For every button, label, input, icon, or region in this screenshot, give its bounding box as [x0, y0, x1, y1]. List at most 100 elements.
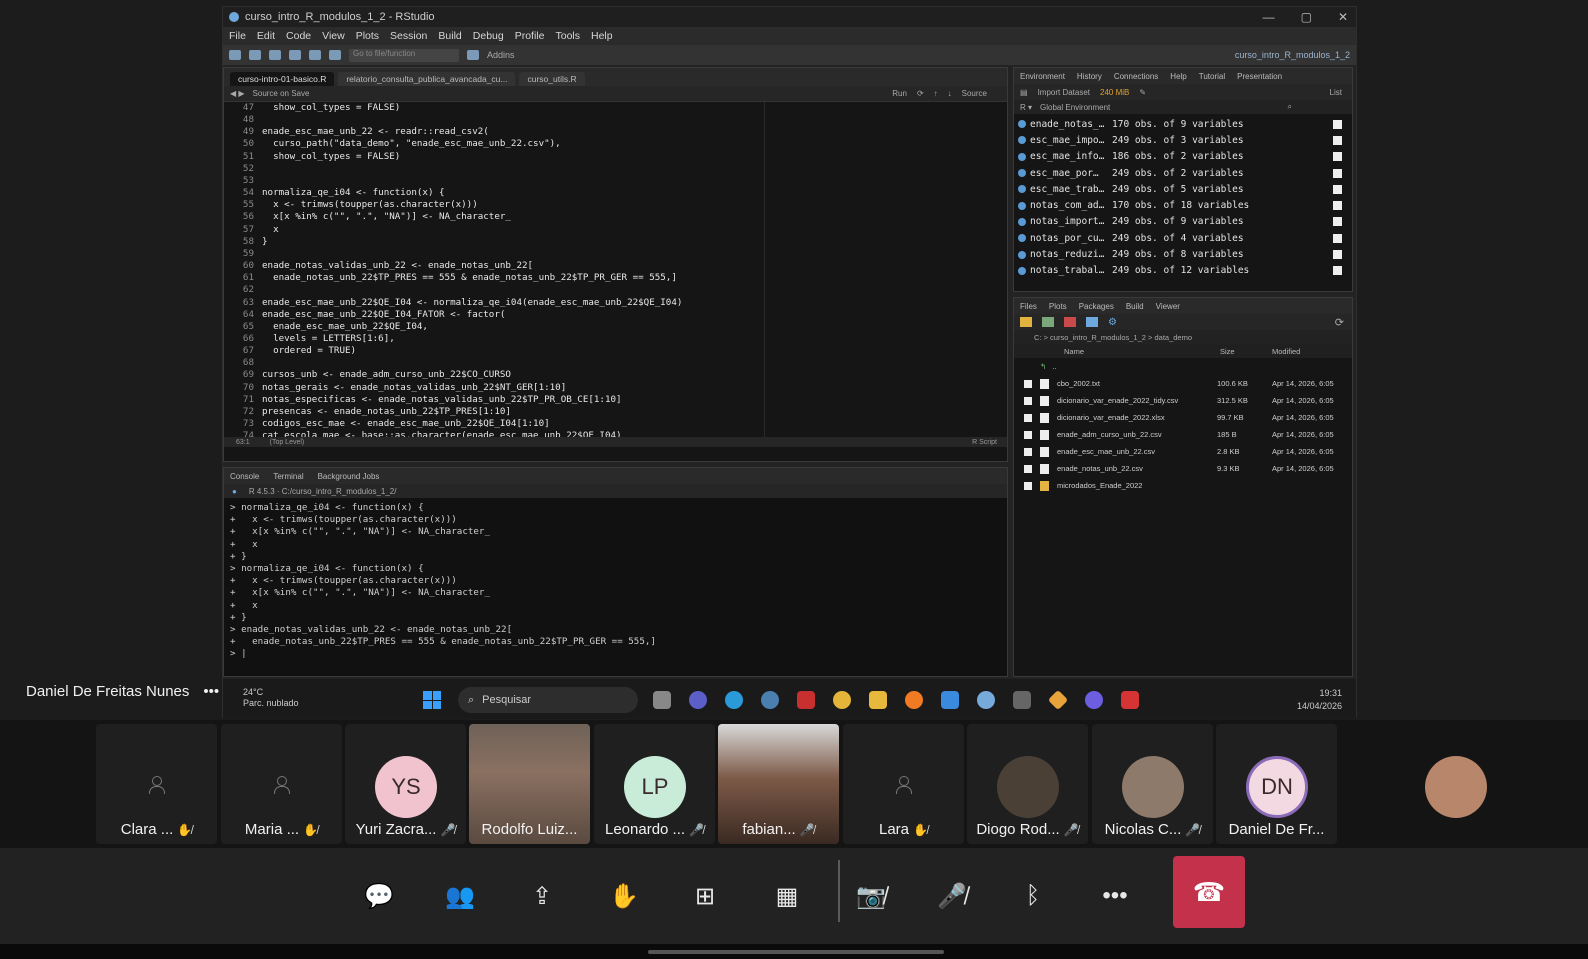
- view-data-icon[interactable]: [1333, 217, 1342, 227]
- editor-tab-2[interactable]: relatorio_consulta_publica_avancada_cu..…: [338, 72, 516, 86]
- view-data-icon[interactable]: [1333, 152, 1342, 162]
- presenter-more-icon[interactable]: •••: [203, 683, 219, 700]
- view-data-icon[interactable]: [1333, 168, 1342, 178]
- participant-tile[interactable]: Lara ✋̸: [843, 724, 964, 844]
- rstudio-taskbar-icon[interactable]: [977, 691, 995, 709]
- minimize-button[interactable]: —: [1263, 7, 1275, 27]
- code-line[interactable]: 62: [224, 284, 1007, 296]
- file-name[interactable]: microdados_Enade_2022: [1057, 481, 1217, 490]
- taskbar-search[interactable]: ⌕ Pesquisar: [458, 687, 638, 713]
- env-object-row[interactable]: esc_mae_info… 186 obs. of 2 variables: [1014, 149, 1352, 165]
- files-breadcrumb[interactable]: C: > curso_intro_R_modulos_1_2 > data_de…: [1014, 330, 1352, 344]
- file-row[interactable]: dicionario_var_enade_2022_tidy.csv 312.5 …: [1014, 392, 1352, 409]
- code-line[interactable]: 53: [224, 175, 1007, 187]
- new-file-icon[interactable]: [229, 50, 241, 60]
- env-object-row[interactable]: enade_notas_… 170 obs. of 9 variables: [1014, 116, 1352, 132]
- explorer-search-icon[interactable]: [761, 691, 779, 709]
- expand-icon[interactable]: [1018, 250, 1026, 259]
- menu-view[interactable]: View: [322, 30, 345, 42]
- participant-tile[interactable]: YS Yuri Zacra... 🎤̸: [345, 724, 466, 844]
- delete-icon[interactable]: [1064, 317, 1076, 327]
- file-row[interactable]: ↰..: [1014, 358, 1352, 375]
- view-data-icon[interactable]: [1333, 250, 1342, 260]
- menu-file[interactable]: File: [229, 30, 246, 42]
- save-all-icon[interactable]: [309, 50, 321, 60]
- teams-icon[interactable]: [689, 691, 707, 709]
- new-project-icon[interactable]: [249, 50, 261, 60]
- participant-tile[interactable]: Diogo Rod... 🎤̸: [967, 724, 1088, 844]
- menu-tools[interactable]: Tools: [555, 30, 580, 42]
- tab-background-jobs[interactable]: Background Jobs: [318, 472, 380, 481]
- open-file-icon[interactable]: [269, 50, 281, 60]
- expand-icon[interactable]: [1018, 169, 1026, 178]
- purple-app-icon[interactable]: [1085, 691, 1103, 709]
- code-line[interactable]: 63 enade_esc_mae_unb_22$QE_I04 <- normali…: [224, 297, 1007, 309]
- tab-connections[interactable]: Connections: [1114, 72, 1158, 81]
- code-line[interactable]: 58}: [224, 236, 1007, 248]
- project-menu[interactable]: curso_intro_R_modulos_1_2: [1235, 50, 1350, 60]
- file-name[interactable]: cbo_2002.txt: [1057, 379, 1217, 388]
- code-line[interactable]: 73 codigos_esc_mae <- enade_esc_mae_unb_2…: [224, 418, 1007, 430]
- env-object-row[interactable]: esc_mae_por… 249 obs. of 2 variables: [1014, 165, 1352, 181]
- chrome-icon[interactable]: [833, 691, 851, 709]
- file-checkbox[interactable]: [1024, 464, 1032, 473]
- file-checkbox[interactable]: [1024, 379, 1032, 388]
- file-row[interactable]: cbo_2002.txt 100.6 KB Apr 14, 2026, 6:05: [1014, 375, 1352, 392]
- file-type[interactable]: R Script: [972, 439, 1007, 446]
- menu-session[interactable]: Session: [390, 30, 427, 42]
- view-data-icon[interactable]: [1333, 201, 1342, 211]
- file-row[interactable]: microdados_Enade_2022: [1014, 477, 1352, 494]
- env-object-row[interactable]: notas_com_ad… 170 obs. of 18 variables: [1014, 197, 1352, 213]
- up-level-icon[interactable]: ↰: [1040, 362, 1046, 371]
- file-checkbox[interactable]: [1024, 481, 1032, 490]
- code-line[interactable]: 69 cursos_unb <- enade_adm_curso_unb_22$C…: [224, 369, 1007, 381]
- file-row[interactable]: enade_adm_curso_unb_22.csv 185 B Apr 14, 2…: [1014, 426, 1352, 443]
- env-object-row[interactable]: notas_por_cu… 249 obs. of 4 variables: [1014, 230, 1352, 246]
- import-dataset-button[interactable]: Import Dataset: [1038, 88, 1090, 97]
- file-row[interactable]: dicionario_var_enade_2022.xlsx 99.7 KB Apr…: [1014, 409, 1352, 426]
- close-button[interactable]: ✕: [1338, 7, 1348, 27]
- camera-toggle[interactable]: 📷̸: [843, 868, 899, 924]
- apps-button[interactable]: ⊞: [677, 868, 733, 924]
- col-modified[interactable]: Modified: [1272, 347, 1300, 356]
- print-icon[interactable]: [329, 50, 341, 60]
- rerun-icon[interactable]: ⟳: [917, 89, 924, 98]
- task-view-icon[interactable]: [653, 691, 671, 709]
- file-explorer-icon[interactable]: [869, 691, 887, 709]
- view-data-icon[interactable]: [1333, 266, 1342, 276]
- tab-presentation[interactable]: Presentation: [1237, 72, 1282, 81]
- run-button[interactable]: Run: [892, 89, 907, 98]
- file-checkbox[interactable]: [1024, 396, 1032, 405]
- code-line[interactable]: 48: [224, 114, 1007, 126]
- view-button[interactable]: ▦: [759, 868, 815, 924]
- menu-code[interactable]: Code: [286, 30, 311, 42]
- file-checkbox[interactable]: [1024, 413, 1032, 422]
- scope-indicator[interactable]: (Top Level): [270, 439, 305, 446]
- list-view-toggle[interactable]: List: [1330, 88, 1342, 97]
- file-checkbox[interactable]: [1024, 430, 1032, 439]
- participant-tile[interactable]: Rodolfo Luiz...: [469, 724, 590, 844]
- mic-toggle[interactable]: 🎤̸: [924, 868, 980, 924]
- menu-edit[interactable]: Edit: [257, 30, 275, 42]
- code-line[interactable]: 51 show_col_types = FALSE): [224, 151, 1007, 163]
- menu-profile[interactable]: Profile: [515, 30, 545, 42]
- code-line[interactable]: 52: [224, 163, 1007, 175]
- tab-viewer[interactable]: Viewer: [1156, 302, 1180, 311]
- participant-tile[interactable]: Clara ... ✋̸: [96, 724, 217, 844]
- code-line[interactable]: 56 x[x %in% c("", ".", "NA")] <- NA_char…: [224, 211, 1007, 223]
- scroll-indicator[interactable]: [648, 950, 944, 954]
- file-name[interactable]: dicionario_var_enade_2022.xlsx: [1057, 413, 1217, 422]
- goto-file-input[interactable]: Go to file/function: [349, 48, 459, 62]
- participant-tile[interactable]: DN Daniel De Fr...: [1216, 724, 1337, 844]
- file-row[interactable]: enade_notas_unb_22.csv 9.3 KB Apr 14, 2026…: [1014, 460, 1352, 477]
- col-size[interactable]: Size: [1220, 347, 1272, 356]
- share-button[interactable]: ⇪: [514, 868, 570, 924]
- env-object-row[interactable]: esc_mae_trab… 249 obs. of 5 variables: [1014, 181, 1352, 197]
- code-line[interactable]: 65 enade_esc_mae_unb_22$QE_I04,: [224, 321, 1007, 333]
- view-data-icon[interactable]: [1333, 135, 1342, 145]
- up-arrow-icon[interactable]: ↑: [934, 89, 938, 98]
- tab-environment[interactable]: Environment: [1020, 72, 1065, 81]
- calculator-icon[interactable]: [1013, 691, 1031, 709]
- expand-icon[interactable]: [1018, 120, 1026, 129]
- more-button[interactable]: •••: [1087, 868, 1143, 924]
